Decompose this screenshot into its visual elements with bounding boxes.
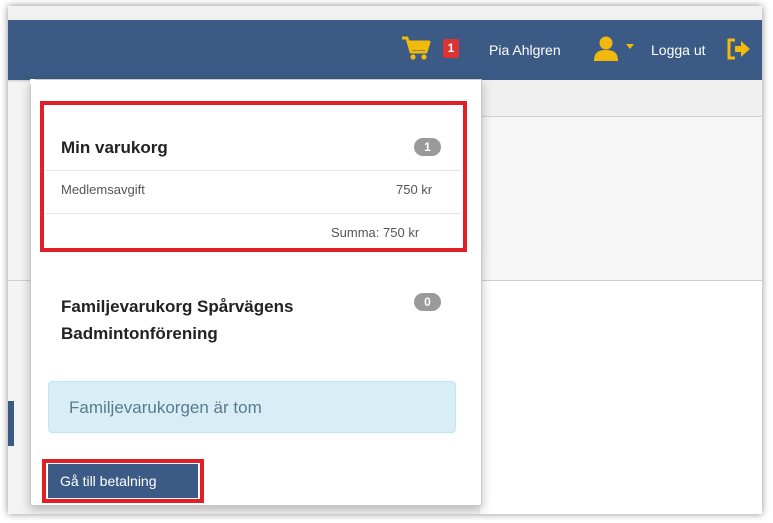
chevron-down-icon[interactable]: [626, 44, 634, 49]
browser-top-strip: [8, 6, 762, 20]
family-cart-count-badge: 0: [414, 293, 441, 311]
cart-count-badge[interactable]: 1: [443, 39, 459, 58]
page-panel: [480, 117, 762, 280]
page-content: [480, 281, 762, 514]
family-cart-empty-notice: Familjevarukorgen är tom: [48, 381, 456, 433]
top-navbar: 1 Pia Ahlgren Logga ut: [8, 20, 762, 80]
shopping-cart-icon[interactable]: [400, 34, 432, 62]
app-window: 1 Pia Ahlgren Logga ut Min varukorg 1 Me…: [8, 6, 762, 514]
logout-link[interactable]: Logga ut: [651, 42, 706, 58]
highlight-checkout-button: [42, 459, 204, 503]
family-cart-title-line2: Badmintonförening: [61, 324, 218, 343]
page-toolbar-bg: [480, 80, 762, 116]
sign-out-icon[interactable]: [726, 36, 752, 62]
cart-dropdown: Min varukorg 1 Medlemsavgift 750 kr Summ…: [30, 79, 482, 506]
family-cart-title-line1: Familjevarukorg Spårvägens: [61, 297, 294, 316]
page-left-accent: [8, 401, 14, 446]
highlight-my-cart: [40, 101, 467, 252]
dropdown-corner: [30, 79, 35, 84]
user-name[interactable]: Pia Ahlgren: [489, 42, 561, 58]
user-icon[interactable]: [592, 34, 620, 62]
